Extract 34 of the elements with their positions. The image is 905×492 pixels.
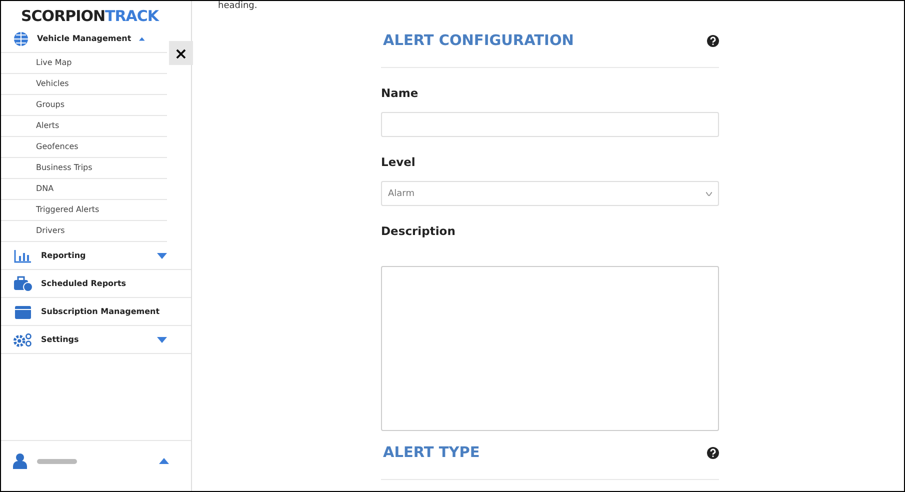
close-button[interactable]: × [169,41,193,65]
sidebar-subitem[interactable]: Vehicles [1,74,167,95]
sidebar-subitem[interactable]: Geofences [1,137,167,158]
redacted-user-name [37,458,77,464]
section-title: ALERT CONFIGURATION [383,33,574,49]
help-icon[interactable] [707,447,719,459]
sidebar-item[interactable]: Vehicle Management [1,25,167,53]
sidebar-item[interactable]: Subscription Management [1,298,191,326]
wallet-icon [14,304,32,320]
level-dropdown[interactable]: Alarm [381,181,719,206]
gears-icon [13,332,33,348]
name-input-field[interactable] [381,112,719,137]
sidebar-subitem[interactable]: Groups [1,95,167,116]
field-label: Level [381,155,416,169]
sidebar-subitem[interactable]: Live Map [1,53,167,74]
sidebar-subitem[interactable]: Business Trips [1,158,167,179]
sidebar-subitem[interactable]: Drivers [1,221,167,242]
help-icon[interactable] [707,35,719,47]
chevron-icon [706,192,712,196]
sidebar-item[interactable]: Reporting [1,242,191,270]
field-label: Name [381,86,420,100]
section-title: ALERT TYPE [383,445,480,461]
sidebar-item[interactable]: Scheduled Reports [1,270,191,298]
sidebar-subitem[interactable]: Triggered Alerts [1,200,167,221]
field-label: Description [381,224,456,238]
sidebar-subitem[interactable]: DNA [1,179,167,200]
bar-chart-icon [14,248,32,262]
globe-icon [13,30,29,46]
heading-text: heading. [218,1,258,11]
logo: SCORPIONTRACK [20,6,160,25]
briefcase-clock-icon [13,276,33,292]
sidebar-item[interactable]: Settings [1,326,191,354]
user-icon [13,453,27,469]
sidebar-subitem[interactable]: Alerts [1,116,167,137]
